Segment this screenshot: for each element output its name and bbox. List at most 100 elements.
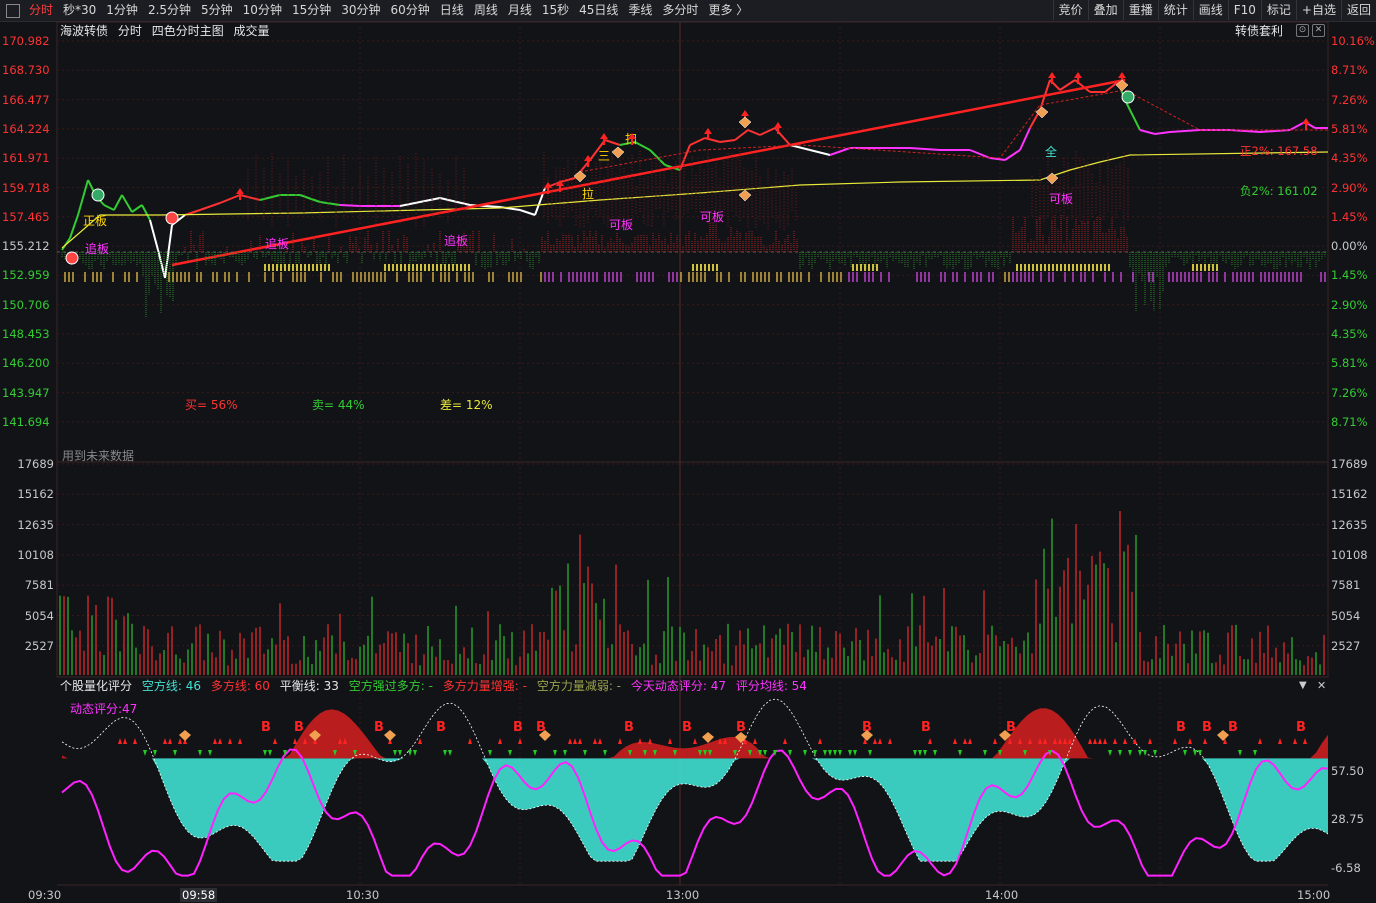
price-line-segment (319, 201, 341, 206)
up-signal-arrow (1173, 738, 1177, 744)
signal-dot (580, 272, 582, 282)
percent-tick: 4.35% (1331, 151, 1368, 166)
signal-dot (696, 264, 698, 271)
diamond-icon (179, 730, 191, 741)
signal-dot (856, 264, 858, 271)
down-signal-arrow (398, 750, 402, 756)
chart-canvas[interactable]: 正板追板追板追板可板可板可板拉三扫全BBBBBBBBBBBBBBBB (0, 0, 1376, 903)
signal-dot (776, 272, 778, 282)
signal-dot (1244, 272, 1246, 282)
signal-dot (1012, 272, 1014, 282)
up-signal-arrow (238, 738, 242, 744)
signal-dot (1280, 272, 1282, 282)
price-tick: 168.730 (2, 63, 50, 78)
signal-dot (444, 264, 446, 271)
up-signal-arrow (783, 738, 787, 744)
percent-tick: 5.81% (1331, 356, 1368, 371)
signal-dot (612, 272, 614, 282)
signal-dot (368, 272, 370, 282)
signal-dot (548, 272, 550, 282)
signal-dot (1056, 264, 1058, 271)
signal-dot (392, 264, 394, 271)
buy-signal-marker: B (921, 720, 931, 735)
signal-dot (168, 272, 170, 282)
signal-dot (360, 272, 362, 282)
down-signal-arrow (1128, 750, 1132, 756)
down-signal-arrow (488, 750, 492, 756)
volume-tick-right: 5054 (1331, 608, 1361, 623)
dropdown-icon[interactable]: ▼ (1299, 680, 1307, 691)
price-tick: 150.706 (2, 297, 50, 312)
signal-dot (112, 272, 114, 282)
signal-dot (436, 264, 438, 271)
signal-dot (304, 264, 306, 271)
signal-dot (420, 272, 422, 282)
chart-annotation-label: 追板 (85, 241, 109, 256)
down-signal-arrow (263, 750, 267, 756)
up-arrow-icon (774, 122, 782, 128)
signal-dot (672, 272, 674, 282)
price-line-segment (131, 204, 143, 213)
signal-dot (304, 272, 306, 282)
close-subchart-icon[interactable]: ✕ (1317, 679, 1326, 692)
signal-dot (828, 272, 830, 282)
down-signal-arrow (1118, 750, 1122, 756)
price-tick: 170.982 (2, 34, 50, 48)
down-signal-arrow (198, 750, 202, 756)
signal-dot (396, 264, 398, 271)
up-signal-arrow (1098, 738, 1102, 744)
up-signal-arrow (1148, 738, 1152, 744)
indicator-name[interactable]: 个股量化评分 (60, 679, 132, 693)
price-tick: 155.212 (2, 239, 50, 254)
signal-dot (888, 272, 890, 282)
price-tick: 143.947 (2, 385, 50, 400)
up-signal-arrow (1203, 738, 1207, 744)
signal-dot (388, 264, 390, 271)
signal-dot (296, 264, 298, 271)
signal-dot (720, 272, 722, 282)
signal-dot (760, 272, 762, 282)
time-tick: 09:58 (180, 888, 218, 902)
signal-dot (872, 264, 874, 271)
signal-dot (384, 272, 386, 282)
signal-dot (1064, 264, 1066, 271)
signal-dot (680, 272, 682, 282)
signal-dot (224, 272, 226, 282)
signal-dot (1004, 272, 1006, 282)
signal-dot (1204, 264, 1206, 271)
signal-dot (428, 264, 430, 271)
signal-dot (1072, 272, 1074, 282)
signal-dot (92, 272, 94, 282)
down-signal-arrow (958, 750, 962, 756)
signal-dot (792, 272, 794, 282)
down-signal-arrow (828, 750, 832, 756)
signal-dot (744, 272, 746, 282)
signal-dot (1200, 272, 1202, 282)
signal-dot (940, 272, 942, 282)
signal-dot (440, 264, 442, 271)
percent-tick: 7.26% (1331, 385, 1368, 400)
signal-dot (1268, 272, 1270, 282)
buy-signal-marker: B (513, 720, 523, 735)
signal-dot (568, 272, 570, 282)
diamond-icon (611, 146, 625, 159)
signal-dot (1016, 264, 1018, 271)
empty-decrease-value: 空方力量减弱: - (536, 679, 622, 693)
price-tick: 141.694 (2, 414, 50, 429)
signal-dot (1048, 264, 1050, 271)
up-signal-arrow (648, 738, 652, 744)
diamond-icon (702, 732, 714, 743)
signal-dot (1240, 272, 1242, 282)
signal-dot (1248, 272, 1250, 282)
signal-dot (752, 272, 754, 282)
signal-dot (1236, 272, 1238, 282)
signal-dot (216, 272, 218, 282)
chart-annotation-label: 拉 (582, 186, 594, 201)
signal-dot (604, 272, 606, 282)
price-line-segment (219, 194, 241, 204)
down-signal-arrow (1253, 750, 1257, 756)
down-signal-arrow (763, 750, 767, 756)
up-signal-arrow (878, 738, 882, 744)
signal-dot (764, 272, 766, 282)
signal-dot (272, 264, 274, 271)
